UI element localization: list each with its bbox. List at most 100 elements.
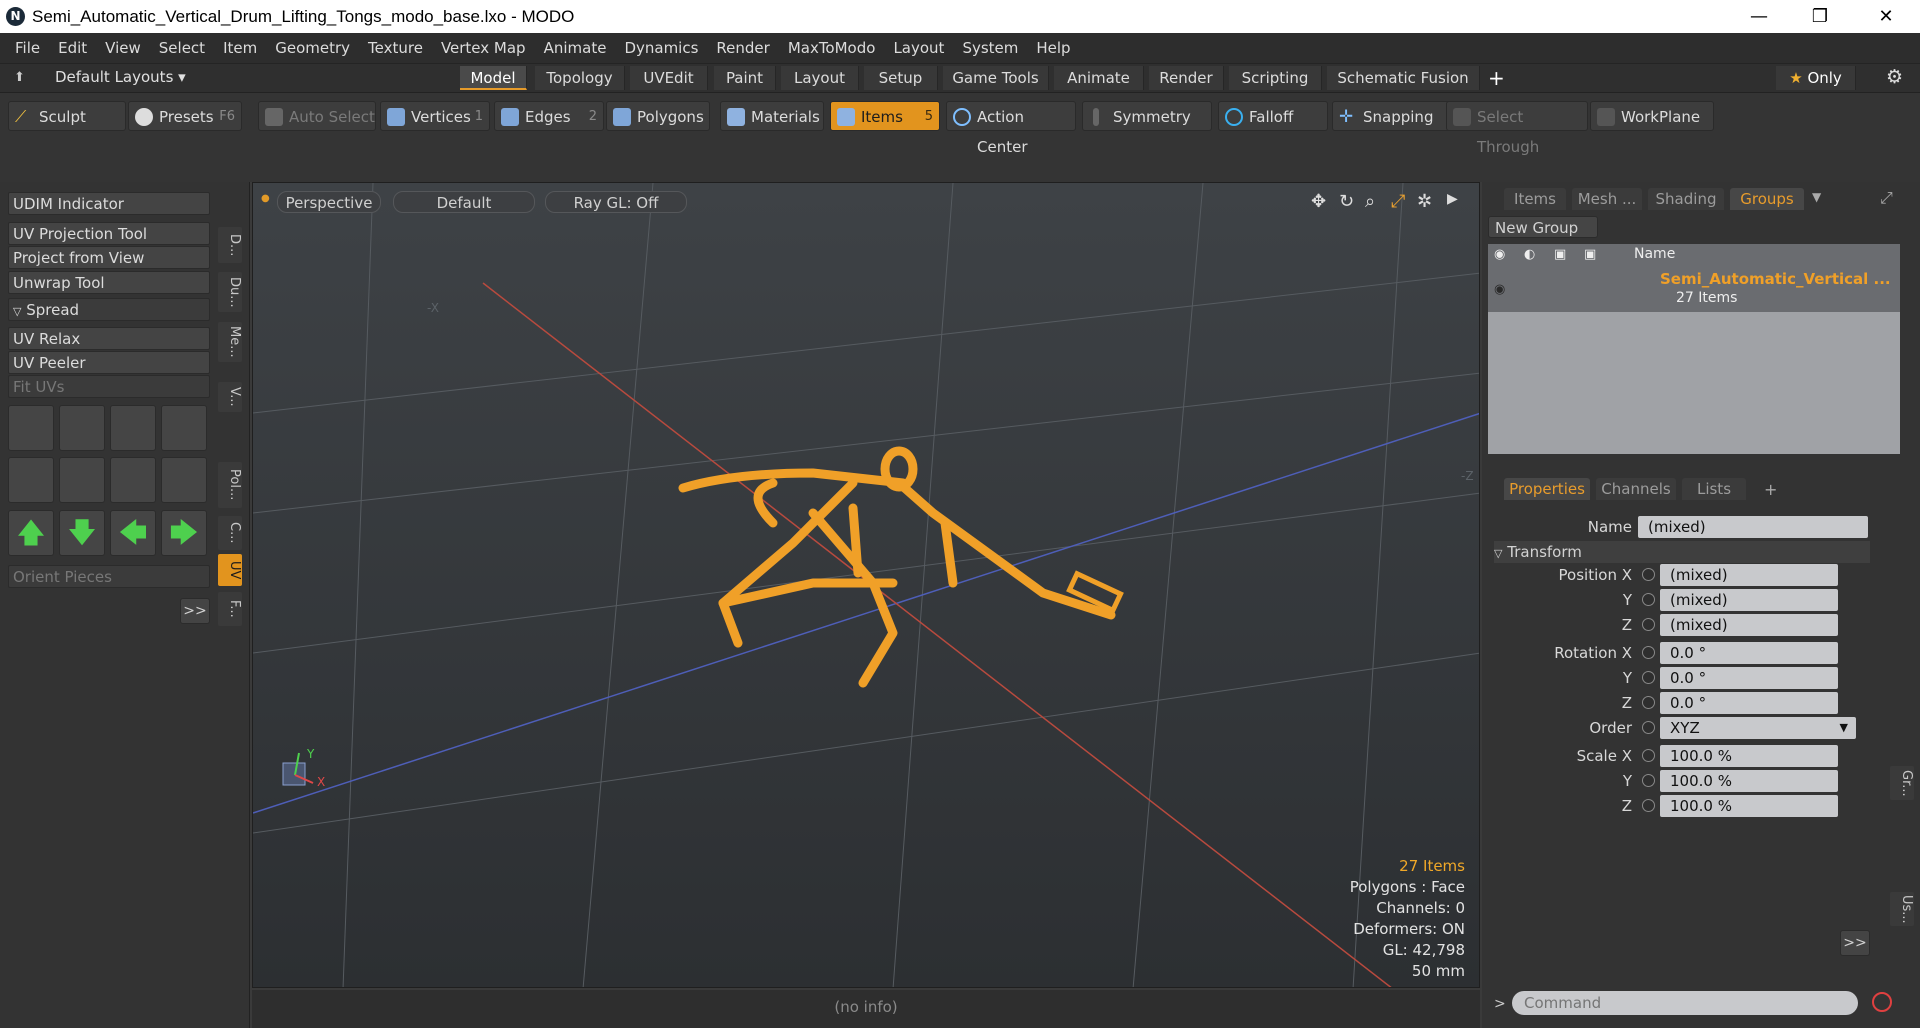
tab-groups[interactable]: Groups — [1730, 188, 1804, 210]
viewport-settings-icon[interactable]: ✲ — [1417, 191, 1432, 212]
animate-dot-icon[interactable] — [1642, 749, 1655, 762]
tab-schematic-fusion[interactable]: Schematic Fusion — [1327, 66, 1480, 90]
command-input[interactable] — [1512, 991, 1858, 1015]
vtab-us[interactable]: Us... — [1890, 892, 1914, 926]
animate-dot-icon[interactable] — [1642, 696, 1655, 709]
viewport-options-icon[interactable]: ● — [261, 193, 270, 204]
new-group-button[interactable]: New Group — [1488, 216, 1598, 238]
rotation-z-field[interactable]: 0.0 ° — [1660, 692, 1838, 714]
menu-texture[interactable]: Texture — [359, 39, 432, 57]
layout-pin-icon[interactable]: ⬆ — [14, 70, 25, 85]
scale-x-field[interactable]: 100.0 % — [1660, 745, 1838, 767]
animate-dot-icon[interactable] — [1642, 593, 1655, 606]
uv-cylinder-icon[interactable] — [110, 457, 156, 503]
auto-select-button[interactable]: Auto Select — [258, 101, 376, 131]
fit-uvs-button[interactable]: Fit UVs — [8, 375, 210, 398]
vtab-gr[interactable]: Gr... — [1890, 766, 1914, 800]
zoom-view-icon[interactable]: ⌕ — [1365, 191, 1375, 212]
vtab-du[interactable]: Du... — [218, 272, 242, 312]
shading-style-dropdown[interactable]: Default — [393, 191, 535, 213]
select-column-icon[interactable]: ▣ — [1584, 247, 1596, 262]
more-tools-button[interactable]: >> — [180, 598, 210, 624]
vtab-pol[interactable]: Pol... — [218, 462, 242, 508]
unwrap-tool-button[interactable]: Unwrap Tool — [8, 271, 210, 294]
vtab-d[interactable]: D... — [218, 227, 242, 263]
drum-tongs-model[interactable] — [678, 446, 1116, 688]
visibility-column-icon[interactable]: ◉ — [1494, 247, 1505, 262]
animate-dot-icon[interactable] — [1642, 799, 1655, 812]
tab-channels[interactable]: Channels — [1596, 478, 1676, 500]
tab-shading[interactable]: Shading — [1648, 188, 1724, 210]
menu-dynamics[interactable]: Dynamics — [615, 39, 707, 57]
maximize-button[interactable]: ❐ — [1792, 0, 1848, 33]
gear-icon[interactable]: ⚙ — [1886, 66, 1903, 88]
menu-help[interactable]: Help — [1027, 39, 1079, 57]
position-z-field[interactable]: (mixed) — [1660, 614, 1838, 636]
tab-animate[interactable]: Animate — [1054, 66, 1144, 90]
raygl-toggle[interactable]: Ray GL: Off — [545, 191, 687, 213]
arrow-left-icon[interactable]: 🡄 — [110, 510, 156, 556]
vtab-me[interactable]: Me... — [218, 322, 242, 362]
uv-scale-icon[interactable] — [110, 405, 156, 451]
sculpt-button[interactable]: ⟋ Sculpt — [8, 101, 126, 131]
uv-projection-tool-button[interactable]: UV Projection Tool — [8, 222, 210, 245]
only-toggle[interactable]: ★ Only — [1776, 66, 1856, 90]
tab-paint[interactable]: Paint — [714, 66, 776, 90]
position-x-field[interactable]: (mixed) — [1660, 564, 1838, 586]
arrow-right-icon[interactable]: 🡆 — [161, 510, 207, 556]
uv-transform-icon[interactable] — [8, 405, 54, 451]
uv-box-icon[interactable] — [161, 405, 207, 451]
arrow-down-icon[interactable]: 🡇 — [59, 510, 105, 556]
menu-geometry[interactable]: Geometry — [266, 39, 359, 57]
falloff-button[interactable]: Falloff — [1218, 101, 1328, 131]
eye-icon[interactable]: ◉ — [1494, 282, 1505, 297]
more-properties-button[interactable]: >> — [1840, 930, 1870, 956]
presets-button[interactable]: Presets F6 — [128, 101, 242, 131]
uv-relax-button[interactable]: UV Relax — [8, 327, 210, 350]
tab-mesh[interactable]: Mesh ... — [1572, 188, 1642, 210]
items-button[interactable]: Items 5 — [830, 101, 940, 131]
chevron-down-icon[interactable]: ▼ — [1812, 190, 1821, 204]
animate-dot-icon[interactable] — [1642, 568, 1655, 581]
orient-pieces-button[interactable]: Orient Pieces — [8, 565, 210, 588]
order-dropdown[interactable]: XYZ ▼ — [1660, 717, 1856, 739]
polygons-button[interactable]: Polygons — [606, 101, 710, 131]
close-button[interactable]: ✕ — [1858, 0, 1914, 33]
vtab-c[interactable]: C... — [218, 516, 242, 550]
vtab-uv[interactable]: UV — [218, 554, 242, 586]
menu-select[interactable]: Select — [150, 39, 214, 57]
edges-button[interactable]: Edges 2 — [494, 101, 604, 131]
default-layouts-dropdown[interactable]: Default Layouts ▾ — [55, 68, 186, 86]
transform-section[interactable]: ▽ Transform — [1494, 541, 1870, 563]
animate-dot-icon[interactable] — [1642, 721, 1655, 734]
workplane-button[interactable]: WorkPlane — [1590, 101, 1714, 131]
tab-setup[interactable]: Setup — [864, 66, 938, 90]
action-center-button[interactable]: Action Center — [946, 101, 1076, 156]
vtab-v[interactable]: V... — [218, 382, 242, 412]
menu-system[interactable]: System — [953, 39, 1027, 57]
render-column-icon[interactable]: ◐ — [1524, 247, 1535, 262]
expand-panel-icon[interactable]: ⤢ — [1880, 188, 1893, 208]
snapping-button[interactable]: ✛ Snapping — [1332, 101, 1450, 131]
rotation-x-field[interactable]: 0.0 ° — [1660, 642, 1838, 664]
minimize-button[interactable]: — — [1731, 0, 1787, 33]
menu-maxtomodo[interactable]: MaxToModo — [779, 39, 885, 57]
animate-dot-icon[interactable] — [1642, 618, 1655, 631]
menu-item[interactable]: Item — [214, 39, 266, 57]
rotation-y-field[interactable]: 0.0 ° — [1660, 667, 1838, 689]
tab-topology[interactable]: Topology — [535, 66, 625, 90]
menu-layout[interactable]: Layout — [884, 39, 953, 57]
udim-indicator-button[interactable]: UDIM Indicator — [8, 192, 210, 215]
uv-rotate-icon[interactable] — [59, 405, 105, 451]
tab-game-tools[interactable]: Game Tools — [943, 66, 1049, 90]
tab-layout[interactable]: Layout — [781, 66, 859, 90]
uv-plane-icon[interactable] — [59, 457, 105, 503]
3d-viewport[interactable]: ● Perspective Default Ray GL: Off -X -Z … — [252, 182, 1480, 988]
move-view-icon[interactable]: ✥ — [1311, 191, 1326, 212]
animate-dot-icon[interactable] — [1642, 774, 1655, 787]
lock-column-icon[interactable]: ▣ — [1554, 247, 1566, 262]
uv-peeler-button[interactable]: UV Peeler — [8, 351, 210, 374]
add-tab-button[interactable]: + — [1488, 66, 1505, 90]
animate-dot-icon[interactable] — [1642, 646, 1655, 659]
rotate-view-icon[interactable]: ↻ — [1339, 191, 1354, 212]
